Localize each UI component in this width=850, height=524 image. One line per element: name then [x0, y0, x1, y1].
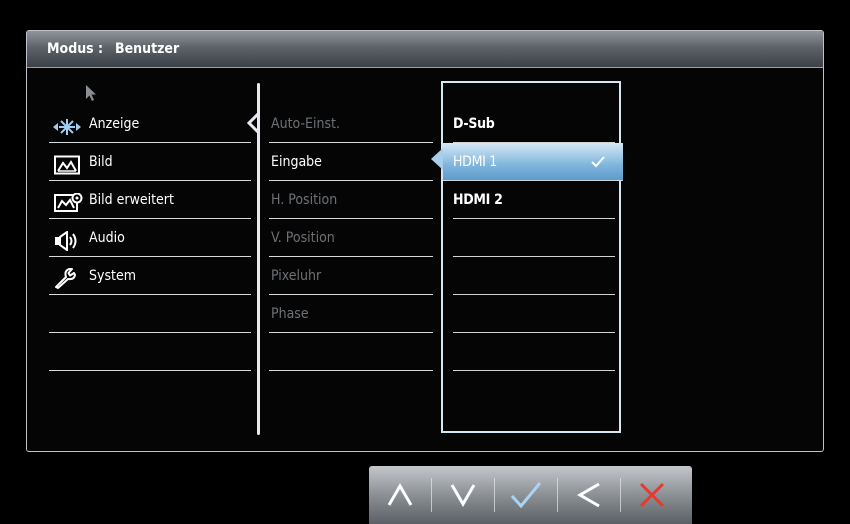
- option-label: HDMI 1: [453, 154, 497, 170]
- back-button[interactable]: [558, 466, 620, 524]
- menu-item-display[interactable]: Anzeige: [49, 105, 251, 143]
- menu-item-label: Bild erweitert: [89, 192, 174, 208]
- checkmark-icon: [510, 482, 542, 509]
- sub-item-empty: [269, 333, 433, 371]
- mode-value: Benutzer: [115, 41, 180, 57]
- option-empty: [453, 257, 615, 295]
- option-empty: [453, 295, 615, 333]
- sub-item-label: Pixeluhr: [271, 268, 322, 284]
- menu-item-empty: [49, 295, 251, 333]
- sub-item-h-position: H. Position: [269, 181, 433, 219]
- chevron-down-icon: [450, 484, 476, 507]
- menu-divider: [257, 83, 260, 435]
- sub-item-input[interactable]: Eingabe: [269, 143, 433, 181]
- sub-item-label: Phase: [271, 306, 309, 322]
- menu-item-empty: [49, 333, 251, 371]
- button-bar: [369, 466, 692, 524]
- chevron-left-icon: [577, 482, 600, 508]
- sub-item-v-position: V. Position: [269, 219, 433, 257]
- up-button[interactable]: [369, 466, 431, 524]
- sub-menu: Auto-Einst. Eingabe H. Position V. Posit…: [269, 105, 433, 371]
- sub-item-label: V. Position: [271, 230, 335, 246]
- sub-item-auto-adjust: Auto-Einst.: [269, 105, 433, 143]
- option-empty: [453, 333, 615, 371]
- mode-label: Modus :: [47, 41, 104, 57]
- confirm-button[interactable]: [495, 466, 557, 524]
- options-list: D-Sub HDMI 1 HDMI 2: [443, 105, 623, 371]
- sub-item-label: H. Position: [271, 192, 338, 208]
- check-icon: [591, 156, 605, 168]
- option-empty: [453, 219, 615, 257]
- menu-item-system[interactable]: System: [49, 257, 251, 295]
- option-hdmi2[interactable]: HDMI 2: [453, 181, 615, 219]
- option-label: D-Sub: [453, 116, 495, 132]
- menu-item-label: Audio: [89, 230, 125, 246]
- title-bar: Modus : Benutzer: [27, 31, 823, 68]
- sub-item-label: Auto-Einst.: [271, 116, 340, 132]
- sub-item-phase: Phase: [269, 295, 433, 333]
- menu-item-label: Anzeige: [89, 116, 140, 132]
- cursor-icon: [86, 85, 96, 101]
- down-button[interactable]: [432, 466, 494, 524]
- sub-item-pixel-clock: Pixeluhr: [269, 257, 433, 295]
- menu-item-label: System: [89, 268, 136, 284]
- main-menu: Anzeige Bild Bild erweitert Audio System: [49, 105, 251, 371]
- options-notch-icon: [431, 148, 443, 170]
- menu-item-label: Bild: [89, 154, 113, 170]
- menu-item-audio[interactable]: Audio: [49, 219, 251, 257]
- option-label: HDMI 2: [453, 192, 503, 208]
- menu-item-picture[interactable]: Bild: [49, 143, 251, 181]
- option-hdmi1[interactable]: HDMI 1: [443, 143, 623, 181]
- menu-item-picture-advanced[interactable]: Bild erweitert: [49, 181, 251, 219]
- osd-window: Modus : Benutzer Anzeige Bild Bild erwei…: [26, 30, 824, 452]
- divider-notch-icon: [246, 113, 259, 133]
- close-icon: [639, 482, 665, 508]
- sub-item-label: Eingabe: [271, 154, 322, 170]
- chevron-up-icon: [387, 483, 413, 506]
- option-dsub[interactable]: D-Sub: [453, 105, 615, 143]
- close-button[interactable]: [621, 466, 683, 524]
